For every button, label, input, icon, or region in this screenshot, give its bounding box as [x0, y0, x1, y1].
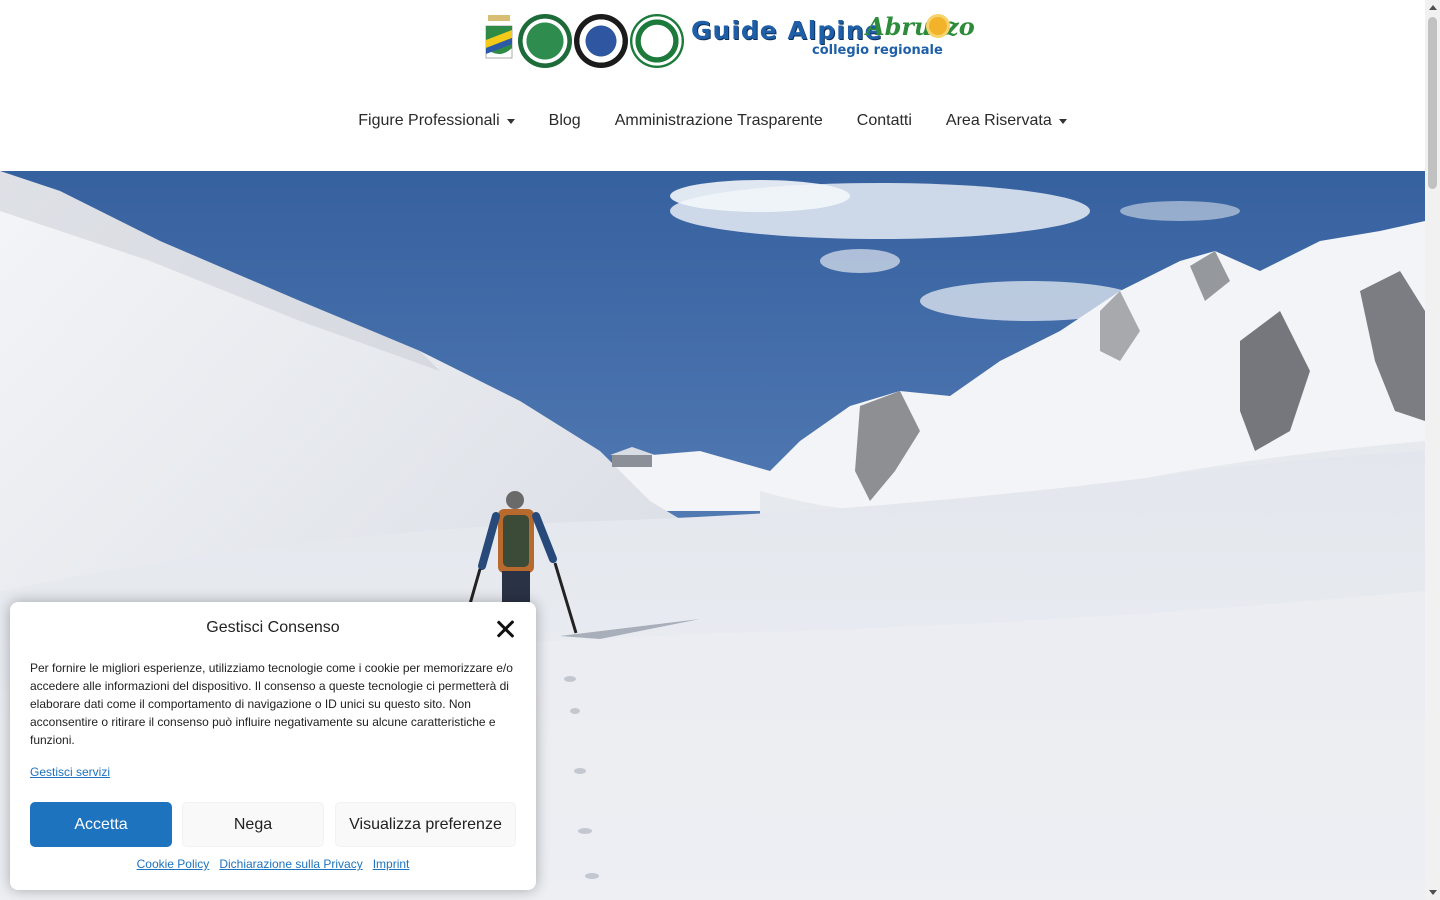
uiagm-badge-icon: [574, 14, 628, 68]
manage-services-link[interactable]: Gestisci servizi: [30, 765, 110, 779]
accompagnatori-badge-icon: [630, 14, 684, 68]
nav-label: Blog: [548, 112, 581, 129]
cookie-policy-link[interactable]: Cookie Policy: [137, 857, 210, 871]
cookie-dialog-title: Gestisci Consenso: [206, 619, 340, 636]
caret-down-icon: [506, 118, 515, 124]
nav-item-contatti[interactable]: Contatti: [840, 104, 929, 138]
privacy-statement-link[interactable]: Dichiarazione sulla Privacy: [219, 857, 362, 871]
scroll-up-arrow-icon[interactable]: [1429, 5, 1437, 10]
cookie-policy-links: Cookie Policy Dichiarazione sulla Privac…: [10, 857, 536, 871]
caret-down-icon: [1058, 118, 1067, 124]
nav-label: Figure Professionali: [358, 112, 500, 129]
logo-wordmark: Guide Alpine Abruzzo collegio regionale: [691, 12, 975, 68]
close-icon[interactable]: [496, 619, 516, 639]
nav-item-area-riservata[interactable]: Area Riservata: [929, 104, 1084, 138]
nav-label: Area Riservata: [945, 112, 1052, 129]
logo-subtitle: collegio regionale: [812, 43, 943, 58]
cookie-consent-dialog: Gestisci Consenso Per fornire le miglior…: [10, 602, 536, 890]
view-preferences-button[interactable]: Visualizza preferenze: [335, 802, 516, 847]
regione-abruzzo-logo: [485, 15, 513, 59]
logo-title: Guide Alpine: [691, 16, 883, 45]
site-logo[interactable]: Guide Alpine Abruzzo collegio regionale: [482, 12, 975, 72]
guide-alpine-badge-icon: [518, 14, 572, 68]
nav-item-amministrazione-trasparente[interactable]: Amministrazione Trasparente: [598, 104, 840, 138]
nav-list: Figure Professionali Blog Amministrazion…: [341, 104, 1084, 138]
page-scrollbar[interactable]: [1425, 0, 1440, 900]
nav-label: Contatti: [856, 112, 912, 129]
sun-icon: [929, 17, 947, 35]
accept-button[interactable]: Accetta: [30, 802, 172, 847]
deny-button[interactable]: Nega: [182, 802, 324, 847]
site-header: Guide Alpine Abruzzo collegio regionale …: [0, 0, 1425, 171]
nav-item-blog[interactable]: Blog: [532, 104, 598, 138]
scroll-down-arrow-icon[interactable]: [1429, 890, 1437, 895]
logo-script: Abruzzo: [866, 12, 975, 41]
scroll-thumb[interactable]: [1428, 17, 1437, 189]
nav-item-figure-professionali[interactable]: Figure Professionali: [341, 104, 531, 138]
main-navigation: Figure Professionali Blog Amministrazion…: [0, 104, 1425, 138]
cookie-message: Per fornire le migliori esperienze, util…: [30, 661, 513, 747]
imprint-link[interactable]: Imprint: [373, 857, 410, 871]
nav-label: Amministrazione Trasparente: [614, 112, 823, 129]
